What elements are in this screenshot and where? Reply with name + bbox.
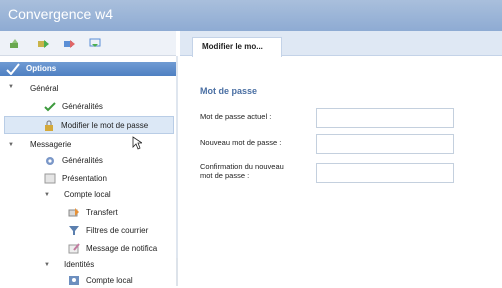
presentation-icon	[44, 173, 56, 184]
tree-item-label: Filtres de courrier	[86, 225, 149, 235]
tree-item-label: Identités	[64, 259, 95, 269]
tab-label: Modifier le mo...	[202, 42, 263, 51]
options-icon	[6, 63, 20, 76]
window-title: Convergence w4	[8, 6, 114, 22]
identity-icon	[68, 275, 80, 286]
tree-item-label: Généralités	[62, 101, 103, 111]
new-icon[interactable]	[8, 37, 22, 49]
tree-item-label: Messagerie	[30, 139, 72, 149]
mail-settings-icon	[44, 155, 56, 166]
confirm-password-label-line1: Confirmation du nouveau	[200, 162, 284, 171]
options-header[interactable]: Options	[0, 62, 176, 76]
current-password-label: Mot de passe actuel :	[200, 112, 272, 121]
options-header-label: Options	[26, 64, 57, 73]
window-titlebar: Convergence w4	[0, 0, 502, 31]
tree-item-label: Général	[30, 83, 59, 93]
toolbar	[0, 31, 176, 56]
forward-mail-icon	[68, 207, 80, 218]
filter-icon	[68, 225, 80, 236]
import-icon[interactable]	[88, 37, 102, 49]
tree-item-identites[interactable]: Identités	[64, 256, 94, 272]
tab-bar: Modifier le mo...	[180, 31, 502, 57]
section-title: Mot de passe	[200, 86, 258, 96]
tree-item-label: Généralités	[62, 155, 103, 165]
tree-item-label: Présentation	[62, 173, 107, 183]
tree-item-label: Modifier le mot de passe	[61, 120, 149, 130]
tree-item-messagerie[interactable]: Messagerie	[30, 136, 71, 152]
expand-arrow-icon[interactable]: ▼	[44, 262, 50, 268]
forward-icon[interactable]	[36, 37, 50, 49]
expand-arrow-icon[interactable]: ▼	[8, 142, 14, 148]
options-sidebar: Options ▼ Général Généralités Modifier l…	[0, 56, 178, 286]
tree-item-compte-local[interactable]: Compte local	[64, 186, 111, 202]
tree-item-general[interactable]: Général	[30, 80, 58, 96]
new-password-input[interactable]	[316, 134, 454, 154]
tree-item-presentation[interactable]: Présentation	[44, 170, 107, 186]
expand-arrow-icon[interactable]: ▼	[8, 84, 14, 90]
sidebar-splitter[interactable]	[176, 258, 178, 286]
tree-item-general-generalites[interactable]: Généralités	[44, 98, 103, 114]
confirm-password-input[interactable]	[316, 163, 454, 183]
lock-icon	[43, 120, 55, 131]
new-password-label: Nouveau mot de passe :	[200, 138, 282, 147]
expand-arrow-icon[interactable]: ▼	[44, 192, 50, 198]
tree-item-label: Transfert	[86, 207, 118, 217]
current-password-input[interactable]	[316, 108, 454, 128]
tree-item-messagerie-generalites[interactable]: Généralités	[44, 152, 103, 168]
checkmark-icon	[44, 101, 56, 112]
tab-modifier-mot-de-passe[interactable]: Modifier le mo...	[192, 37, 282, 57]
tree-item-notification[interactable]: Message de notifica	[68, 240, 157, 256]
confirm-password-label-line2: mot de passe :	[200, 171, 250, 180]
mouse-cursor-icon	[132, 136, 144, 152]
tree-item-transfert[interactable]: Transfert	[68, 204, 118, 220]
notification-icon	[68, 242, 80, 254]
tree-item-filtres[interactable]: Filtres de courrier	[68, 222, 148, 238]
export-icon[interactable]	[62, 37, 76, 49]
tree-item-label: Message de notifica	[86, 243, 158, 253]
tree-item-label: Compte local	[64, 189, 111, 199]
tree-item-modifier-mot-de-passe[interactable]: Modifier le mot de passe	[4, 116, 174, 134]
tree-item-label: Compte local	[86, 275, 133, 285]
